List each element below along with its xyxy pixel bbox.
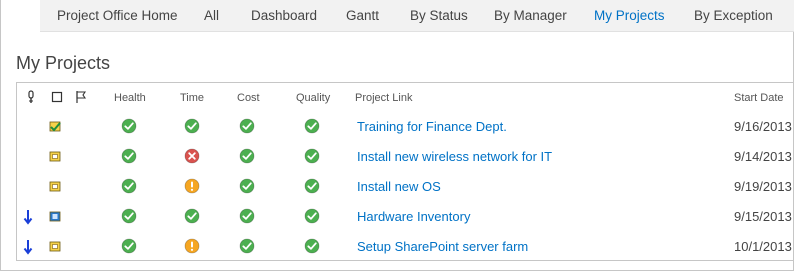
column-header-project-link[interactable]: Project Link: [355, 92, 412, 104]
table-row[interactable]: Hardware Inventory 9/15/2013: [17, 202, 794, 232]
projects-table: Health Time Cost Quality Project Link St…: [16, 82, 794, 261]
tab-dashboard[interactable]: Dashboard: [251, 8, 317, 23]
project-link[interactable]: Hardware Inventory: [357, 209, 470, 224]
project-active-icon: [49, 241, 61, 252]
time-status-ok-icon: [184, 208, 200, 224]
cost-status-ok-icon: [239, 238, 255, 254]
tab-by-manager[interactable]: By Manager: [494, 8, 567, 23]
start-date-cell: 9/14/2013: [734, 149, 792, 164]
quality-status-ok-icon: [304, 178, 320, 194]
priority-icon[interactable]: [25, 90, 37, 104]
quality-status-ok-icon: [304, 148, 320, 164]
column-header-quality[interactable]: Quality: [296, 92, 330, 104]
page-title: My Projects: [16, 53, 111, 73]
top-navigation: Project Office Home All Dashboard Gantt …: [40, 0, 794, 32]
start-date-cell: 9/15/2013: [734, 209, 792, 224]
time-status-warning-icon: [184, 178, 200, 194]
health-status-ok-icon: [121, 118, 137, 134]
project-link[interactable]: Install new OS: [357, 179, 441, 194]
column-header-cost[interactable]: Cost: [237, 92, 260, 104]
quality-status-ok-icon: [304, 238, 320, 254]
start-date-cell: 9/19/2013: [734, 179, 792, 194]
tab-my-projects[interactable]: My Projects: [594, 8, 665, 23]
cost-status-ok-icon: [239, 178, 255, 194]
table-row[interactable]: Setup SharePoint server farm 10/1/2013: [17, 232, 794, 260]
tab-project-office-home[interactable]: Project Office Home: [57, 8, 178, 23]
tab-by-exception[interactable]: By Exception: [694, 8, 773, 23]
table-row[interactable]: Install new OS 9/19/2013: [17, 172, 794, 202]
flag-icon[interactable]: [75, 90, 87, 104]
tab-all[interactable]: All: [204, 8, 219, 23]
column-header-time[interactable]: Time: [180, 92, 204, 104]
start-date-cell: 10/1/2013: [734, 239, 792, 254]
table-row[interactable]: Training for Finance Dept. 9/16/2013: [17, 112, 794, 142]
project-link[interactable]: Training for Finance Dept.: [357, 119, 507, 134]
start-date-cell: 9/16/2013: [734, 119, 792, 134]
health-status-ok-icon: [121, 238, 137, 254]
quality-status-ok-icon: [304, 118, 320, 134]
low-priority-arrow-icon: [23, 240, 33, 255]
project-active-icon: [49, 181, 61, 192]
tab-gantt[interactable]: Gantt: [346, 8, 379, 23]
quality-status-ok-icon: [304, 208, 320, 224]
project-link[interactable]: Install new wireless network for IT: [357, 149, 552, 164]
health-status-ok-icon: [121, 178, 137, 194]
project-link[interactable]: Setup SharePoint server farm: [357, 239, 528, 254]
column-header-start-date[interactable]: Start Date: [734, 92, 784, 104]
cost-status-ok-icon: [239, 118, 255, 134]
cost-status-ok-icon: [239, 208, 255, 224]
project-active-icon: [49, 151, 61, 162]
cost-status-ok-icon: [239, 148, 255, 164]
time-status-ok-icon: [184, 118, 200, 134]
table-row[interactable]: Install new wireless network for IT 9/14/…: [17, 142, 794, 172]
project-document-icon: [49, 211, 61, 222]
tab-by-status[interactable]: By Status: [410, 8, 468, 23]
time-status-warning-icon: [184, 238, 200, 254]
column-header-health[interactable]: Health: [114, 92, 146, 104]
project-complete-icon: [49, 121, 61, 132]
health-status-ok-icon: [121, 208, 137, 224]
low-priority-arrow-icon: [23, 210, 33, 225]
time-status-error-icon: [184, 148, 200, 164]
item-type-icon[interactable]: [51, 90, 63, 104]
health-status-ok-icon: [121, 148, 137, 164]
